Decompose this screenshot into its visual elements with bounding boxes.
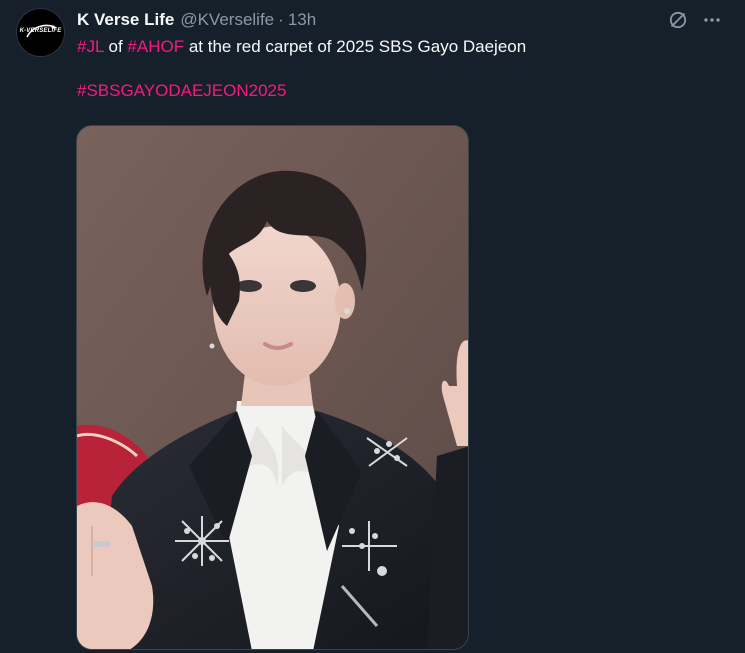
tweet-text: #JL of #AHOF at the red carpet of 2025 S… <box>77 36 717 102</box>
user-handle[interactable]: @KVerselife <box>180 10 274 30</box>
timestamp[interactable]: 13h <box>288 10 316 30</box>
tweet-text-fragment: of <box>103 37 128 56</box>
tweet-header: K Verse Life @KVerselife · 13h <box>77 9 316 31</box>
more-icon[interactable] <box>700 8 724 32</box>
grok-icon[interactable] <box>666 8 690 32</box>
tweet-text-line: #SBSGAYODAEJEON2025 <box>77 80 717 102</box>
tweet[interactable]: K-VERSELIFE K Verse Life @KVerselife · 1… <box>0 0 745 653</box>
photo-illustration <box>77 126 468 649</box>
avatar-logo-text: K-VERSELIFE <box>19 28 62 34</box>
avatar[interactable]: K-VERSELIFE <box>16 8 65 57</box>
hashtag-sbsgayodaejeon2025[interactable]: #SBSGAYODAEJEON2025 <box>77 81 286 100</box>
tweet-photo[interactable] <box>76 125 469 650</box>
separator-dot: · <box>278 10 284 29</box>
display-name[interactable]: K Verse Life <box>77 10 174 30</box>
hashtag-jl[interactable]: #JL <box>77 37 104 56</box>
hashtag-ahof[interactable]: #AHOF <box>127 37 184 56</box>
tweet-text-line: #JL of #AHOF at the red carpet of 2025 S… <box>77 36 717 58</box>
tweet-text-fragment: at the red carpet of 2025 SBS Gayo Daeje… <box>184 37 527 56</box>
